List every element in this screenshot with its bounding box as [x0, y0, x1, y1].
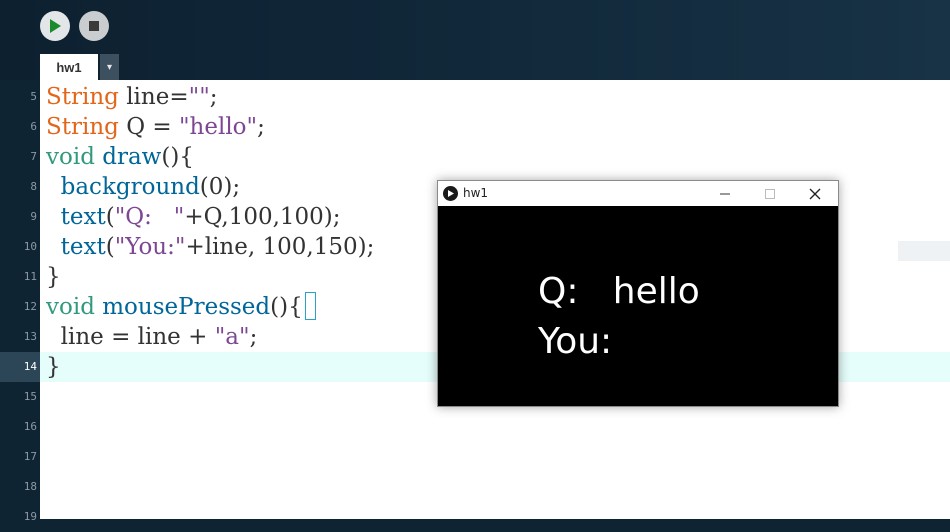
- tab-label: hw1: [56, 59, 82, 75]
- play-icon: [50, 19, 61, 33]
- code-line[interactable]: background(0);: [46, 172, 241, 202]
- code-token: void: [46, 144, 95, 170]
- line-number: 15: [23, 390, 37, 403]
- code-token: "You:": [114, 234, 186, 260]
- sketch-output-line-1: Q: hello: [538, 271, 700, 312]
- code-line[interactable]: text("Q: "+Q,100,100);: [46, 202, 341, 232]
- sketch-output-line-2: You:: [538, 321, 613, 362]
- stop-icon: [89, 21, 99, 31]
- code-line-current[interactable]: }: [46, 352, 61, 382]
- bracket-match-cursor: [304, 292, 316, 320]
- ghost-overlay-button: [898, 241, 950, 261]
- code-token: }: [46, 354, 61, 380]
- line-number: 6: [30, 120, 37, 133]
- run-button[interactable]: [40, 11, 70, 41]
- code-token: (){: [161, 144, 194, 170]
- code-token: (: [105, 204, 115, 230]
- line-number: 12: [23, 300, 37, 313]
- code-token: "": [188, 84, 210, 110]
- code-line[interactable]: void draw(){: [46, 142, 194, 172]
- code-line[interactable]: void mousePressed(){: [46, 292, 316, 322]
- line-number: 5: [30, 90, 37, 103]
- code-token: draw: [102, 144, 162, 170]
- code-line[interactable]: String Q = "hello";: [46, 112, 265, 142]
- code-token: (0);: [199, 174, 241, 200]
- stop-button[interactable]: [79, 11, 109, 41]
- code-token: ;: [257, 114, 265, 140]
- code-token: text: [60, 204, 106, 230]
- code-token: ;: [249, 324, 258, 350]
- code-line[interactable]: line = line + "a";: [46, 322, 258, 352]
- toolbar: hw1 ▾: [0, 0, 950, 80]
- code-token: +Q,100,100);: [184, 204, 341, 230]
- sketch-canvas[interactable]: Q: hello You:: [438, 206, 838, 406]
- line-number: 10: [23, 240, 37, 253]
- code-token: (){: [270, 294, 303, 320]
- close-button[interactable]: [792, 181, 837, 206]
- line-number: 9: [30, 210, 37, 223]
- code-token: "hello": [178, 114, 258, 140]
- code-token: text: [60, 234, 106, 260]
- code-token: +line, 100,150);: [185, 234, 375, 260]
- code-token: line = line +: [46, 324, 215, 350]
- sketch-window-title: hw1: [463, 186, 489, 200]
- line-number: 19: [23, 510, 37, 523]
- code-line[interactable]: }: [46, 262, 61, 292]
- tab-hw1[interactable]: hw1: [40, 54, 98, 80]
- code-token: background: [60, 174, 200, 200]
- processing-logo-icon: [443, 186, 458, 201]
- line-number: 18: [23, 480, 37, 493]
- code-token: ;: [209, 84, 218, 110]
- code-token: "a": [214, 324, 250, 350]
- line-number: 8: [30, 180, 37, 193]
- code-line[interactable]: text("You:"+line, 100,150);: [46, 232, 375, 262]
- minimize-icon: [719, 193, 730, 194]
- line-number: 17: [23, 450, 37, 463]
- maximize-button[interactable]: [747, 181, 792, 206]
- minimize-button[interactable]: [702, 181, 747, 206]
- code-token: mousePressed: [102, 294, 271, 320]
- code-token: void: [46, 294, 95, 320]
- sketch-window[interactable]: hw1 Q: hello You:: [437, 180, 839, 407]
- sketch-title-bar[interactable]: hw1: [438, 181, 838, 206]
- code-token: Q =: [118, 114, 179, 140]
- line-number: 7: [30, 150, 37, 163]
- code-token: }: [46, 264, 61, 290]
- close-icon: [809, 188, 820, 199]
- code-token: "Q: ": [114, 204, 185, 230]
- code-token: (: [105, 234, 115, 260]
- chevron-down-icon: ▾: [106, 61, 113, 73]
- maximize-icon: [764, 188, 775, 199]
- line-number: 11: [23, 270, 37, 283]
- code-token: line=: [118, 84, 189, 110]
- code-line[interactable]: String line="";: [46, 82, 218, 112]
- line-number-current: 14: [0, 352, 40, 382]
- line-number: 13: [23, 330, 37, 343]
- tab-menu-button[interactable]: ▾: [100, 54, 119, 80]
- code-token: String: [46, 114, 119, 140]
- code-token: String: [46, 84, 119, 110]
- line-number: 16: [23, 420, 37, 433]
